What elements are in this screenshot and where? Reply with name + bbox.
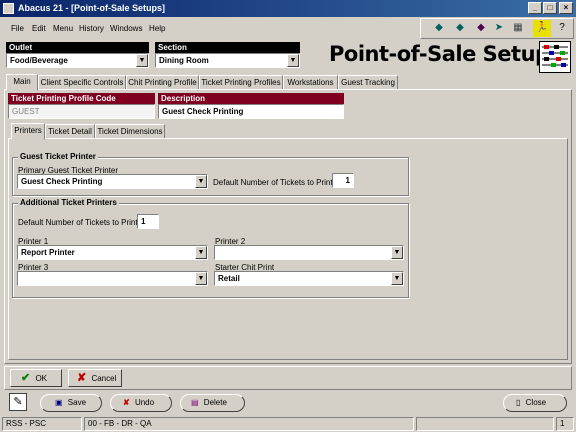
- guest-ticket-printer-title: Guest Ticket Printer: [18, 152, 98, 161]
- save-button[interactable]: ▣ Save: [40, 394, 102, 412]
- x-icon: ✘: [77, 372, 87, 384]
- tab-guest-tracking[interactable]: Guest Tracking: [338, 75, 398, 90]
- description-field[interactable]: Guest Check Printing: [158, 104, 344, 119]
- printer2-select[interactable]: ▼: [214, 245, 404, 260]
- menu-windows[interactable]: Windows: [110, 24, 142, 33]
- delete-icon: ▤: [191, 398, 199, 407]
- delete-button[interactable]: ▤ Delete: [180, 394, 245, 412]
- menu-file[interactable]: File: [11, 24, 24, 33]
- default-tickets-label: Default Number of Tickets to Print: [213, 178, 333, 187]
- chevron-down-icon[interactable]: ▼: [136, 54, 148, 67]
- ok-button[interactable]: ✔ OK: [10, 369, 62, 387]
- printer1-value: Report Printer: [21, 248, 75, 257]
- tab-ticket-dimensions[interactable]: Ticket Dimensions: [95, 124, 165, 139]
- section-label: Section: [155, 42, 300, 53]
- minimize-button[interactable]: _: [528, 2, 542, 14]
- menu-edit[interactable]: Edit: [32, 24, 46, 33]
- chevron-down-icon[interactable]: ▼: [391, 272, 403, 285]
- chevron-down-icon[interactable]: ▼: [195, 246, 207, 259]
- abacus-logo: [539, 41, 571, 73]
- close-window-button[interactable]: ×: [559, 2, 573, 14]
- calculator-icon[interactable]: ▦: [509, 20, 527, 37]
- tab-workstations[interactable]: Workstations: [283, 75, 338, 90]
- section-select[interactable]: Dining Room ▼: [155, 53, 300, 68]
- primary-printer-select[interactable]: Guest Check Printing ▼: [17, 174, 208, 189]
- undo-x-icon: ✘: [123, 398, 130, 407]
- window-title: Abacus 21 - [Point-of-Sale Setups]: [18, 3, 166, 13]
- runner-icon[interactable]: 🏃: [533, 20, 551, 37]
- title-bar: Abacus 21 - [Point-of-Sale Setups] _ □ ×: [0, 0, 576, 17]
- app-icon: [3, 3, 14, 14]
- section-value: Dining Room: [159, 56, 209, 65]
- tab-printers[interactable]: Printers: [11, 123, 45, 140]
- chevron-down-icon[interactable]: ▼: [195, 175, 207, 188]
- tab-ticket-printing-profiles[interactable]: Ticket Printing Profiles: [199, 75, 283, 90]
- save-icon: ▣: [55, 398, 63, 407]
- menu-help[interactable]: Help: [149, 24, 165, 33]
- status-middle: 00 - FB - DR - QA: [84, 417, 414, 431]
- tab-ticket-detail[interactable]: Ticket Detail: [45, 124, 95, 139]
- menu-history[interactable]: History: [79, 24, 104, 33]
- status-blank: [416, 417, 554, 431]
- profile-code-label: Ticket Printing Profile Code: [8, 93, 155, 104]
- status-right: 1: [556, 417, 574, 431]
- outlet-value: Food/Beverage: [10, 56, 68, 65]
- printer1-select[interactable]: Report Printer ▼: [17, 245, 208, 260]
- maximize-button[interactable]: □: [543, 2, 557, 14]
- arrow-left-icon[interactable]: ◆: [430, 20, 448, 37]
- additional-printers-title: Additional Ticket Printers: [18, 198, 119, 207]
- tab-chit-printing-profile[interactable]: Chit Printing Profile: [126, 75, 199, 90]
- default-tickets-field[interactable]: 1: [332, 173, 354, 188]
- chevron-down-icon[interactable]: ▼: [391, 246, 403, 259]
- check-icon: ✔: [21, 372, 31, 384]
- outlet-select[interactable]: Food/Beverage ▼: [6, 53, 149, 68]
- additional-default-field[interactable]: 1: [137, 214, 159, 229]
- tab-main[interactable]: Main: [6, 74, 38, 91]
- starter-chit-select[interactable]: Retail ▼: [214, 271, 404, 286]
- chevron-down-icon[interactable]: ▼: [287, 54, 299, 67]
- primary-printer-value: Guest Check Printing: [21, 177, 103, 186]
- outlet-label: Outlet: [6, 42, 149, 53]
- page-title: Point-of-Sale Setups: [329, 42, 562, 66]
- menu-menu[interactable]: Menu: [53, 24, 73, 33]
- undo-button[interactable]: ✘ Undo: [110, 394, 172, 412]
- status-left: RSS - PSC: [2, 417, 82, 431]
- printer3-select[interactable]: ▼: [17, 271, 208, 286]
- profile-code-field[interactable]: GUEST: [8, 104, 155, 119]
- gem-icon[interactable]: ◆: [472, 20, 490, 37]
- help-icon[interactable]: ?: [553, 20, 571, 37]
- notepad-icon[interactable]: ✎: [9, 393, 27, 411]
- starter-chit-value: Retail: [218, 274, 240, 283]
- arrow-right2-icon[interactable]: ➤: [490, 20, 508, 37]
- tab-client-specific-controls[interactable]: Client Specific Controls: [38, 75, 126, 90]
- cancel-button[interactable]: ✘ Cancel: [68, 369, 122, 387]
- close-button[interactable]: ▯ Close: [503, 394, 567, 412]
- door-icon: ▯: [516, 398, 521, 407]
- additional-default-label: Default Number of Tickets to Print: [18, 218, 138, 227]
- description-label: Description: [158, 93, 344, 104]
- arrow-right-icon[interactable]: ◆: [451, 20, 469, 37]
- chevron-down-icon[interactable]: ▼: [195, 272, 207, 285]
